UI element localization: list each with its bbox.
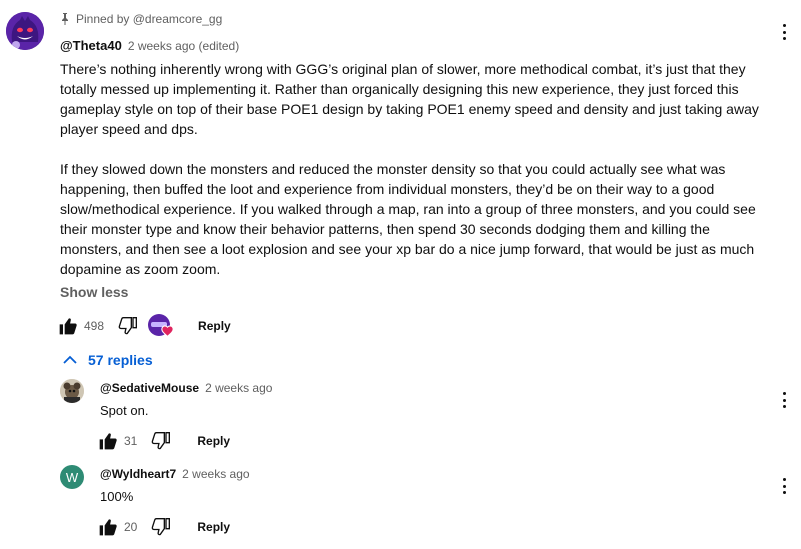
thumbs-up-icon [59,318,77,335]
dislike-button[interactable] [118,316,138,336]
like-button[interactable] [98,517,118,537]
reply-author[interactable]: @SedativeMouse [100,381,199,395]
avatar-letter: W [65,469,79,485]
author-avatar[interactable] [6,12,44,50]
pinned-label: Pinned by @dreamcore_gg [60,12,222,26]
more-vert-icon[interactable] [782,478,786,494]
pinned-text: Pinned by @dreamcore_gg [76,12,223,26]
creator-heart-icon [148,314,174,338]
comment-paragraph: If they slowed down the monsters and red… [60,161,756,277]
comment-text: There’s nothing inherently wrong with GG… [60,59,760,279]
reply-header: @SedativeMouse 2 weeks ago [100,381,272,395]
reply-avatar[interactable]: W [60,465,84,489]
chevron-up-icon [63,355,77,364]
like-count: 31 [124,434,138,448]
reply-button[interactable]: Reply [197,434,230,448]
heart-icon [161,325,174,337]
replies-toggle-button[interactable]: 57 replies [62,352,153,368]
gengar-avatar-icon [6,12,44,50]
reply-text: 100% [100,489,134,504]
reply-header: @Wyldheart7 2 weeks ago [100,467,250,481]
comment-actions: 498 Reply [58,314,231,338]
like-button[interactable] [58,316,78,336]
thumbs-down-icon [118,317,138,335]
comment-timestamp[interactable]: 2 weeks ago (edited) [128,39,239,53]
more-vert-icon[interactable] [782,24,786,40]
thumbs-up-icon [99,433,117,450]
thumbs-down-icon [151,432,171,450]
pin-icon [62,13,68,25]
comment-paragraph: There’s nothing inherently wrong with GG… [60,61,759,137]
like-button[interactable] [98,431,118,451]
replies-count-label: 57 replies [88,352,153,368]
reply-actions: 31 Reply [98,431,230,451]
reply-actions: 20 Reply [98,517,230,537]
dislike-button[interactable] [151,517,171,537]
like-count: 20 [124,520,138,534]
reply-button[interactable]: Reply [197,520,230,534]
dislike-button[interactable] [151,431,171,451]
reply-author[interactable]: @Wyldheart7 [100,467,176,481]
reply-avatar[interactable] [60,379,84,403]
more-vert-icon[interactable] [782,392,786,408]
show-less-button[interactable]: Show less [60,284,128,300]
thumbs-down-icon [151,518,171,536]
comment-author[interactable]: @Theta40 [60,38,122,53]
reply-timestamp[interactable]: 2 weeks ago [182,467,249,481]
like-count: 498 [84,319,105,333]
thumbs-up-icon [99,519,117,536]
reply-timestamp[interactable]: 2 weeks ago [205,381,272,395]
reply-text: Spot on. [100,403,149,418]
reply-button[interactable]: Reply [198,319,231,333]
mouse-avatar-icon [60,379,84,403]
comment-header: @Theta40 2 weeks ago (edited) [60,38,239,53]
